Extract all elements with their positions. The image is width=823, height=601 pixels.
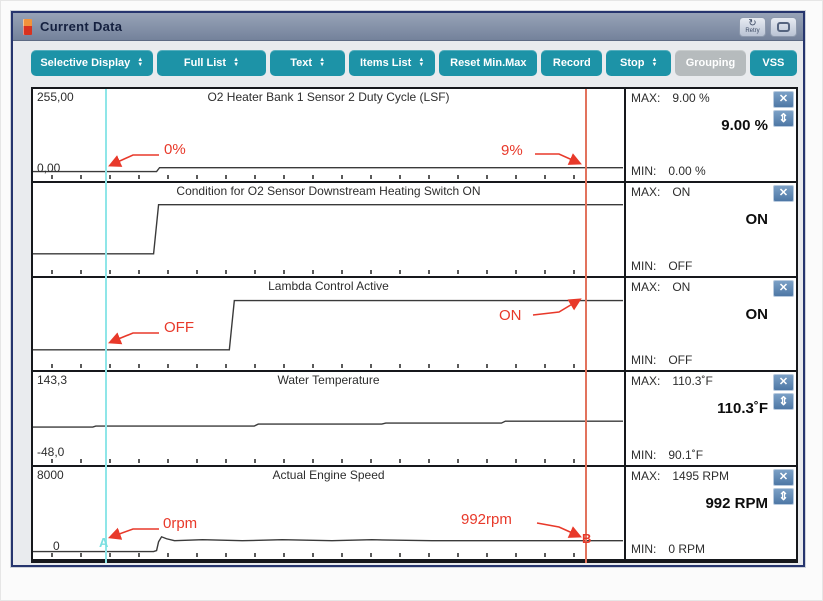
time-ticks — [51, 364, 596, 369]
max-readout: MAX: ON — [631, 279, 691, 294]
panel-o2-downstream-heating-condition: Condition for O2 Sensor Downstream Heati… — [33, 183, 796, 278]
panel-actual-engine-speed: 8000 Actual Engine Speed 0 MAX: 1495 RPM … — [33, 466, 796, 562]
button-label: Grouping — [685, 57, 736, 69]
retry-button[interactable]: ↻ Retry — [739, 16, 766, 37]
dropdown-arrows-icon: ▲ ▼ — [418, 57, 425, 68]
scale-min-label: 0,00 — [37, 161, 61, 176]
toolbar-button-items-list[interactable]: Items List ▲ ▼ — [348, 50, 436, 76]
min-readout: MIN: 0 RPM — [631, 542, 706, 557]
toolbar-button-reset-minmax[interactable]: Reset Min.Max — [439, 50, 538, 76]
window-title: Current Data — [40, 19, 123, 34]
titlebar-buttons: ↻ Retry — [739, 16, 797, 37]
button-label: Stop — [619, 57, 645, 69]
button-label: VSS — [762, 57, 785, 69]
dropdown-arrows-icon: ▲ ▼ — [233, 57, 240, 68]
dropdown-arrows-icon: ▲ ▼ — [319, 57, 326, 68]
max-readout: MAX: 9.00 % — [631, 91, 710, 105]
toolbar-button-vss[interactable]: VSS — [749, 50, 797, 76]
panel-water-temperature: 143,3 Water Temperature -48,0 MAX: 110.3˚… — [33, 372, 796, 467]
max-readout: MAX: ON — [631, 185, 691, 200]
close-icon[interactable]: ✕ — [773, 279, 794, 297]
toolbar-button-selective-display[interactable]: Selective Display ▲ ▼ — [31, 50, 153, 76]
graph-o2-heater-duty-cycle: 255,00 O2 Heater Bank 1 Sensor 2 Duty Cy… — [33, 89, 626, 182]
restore-button[interactable] — [770, 16, 797, 37]
button-label: Selective Display — [40, 57, 131, 69]
button-label: Full List — [183, 57, 227, 69]
retry-icon: ↻ — [748, 18, 757, 29]
resize-updown-icon[interactable]: ⇕ — [773, 110, 794, 127]
current-data-window: Current Data ↻ Retry Selective Display ▲… — [11, 11, 805, 567]
button-label: Reset Min.Max — [450, 57, 527, 69]
toolbar: Selective Display ▲ ▼ Full List ▲ ▼ Text ▲… — [31, 50, 797, 78]
graph-lambda-control-active: Lambda Control Active — [33, 277, 626, 371]
current-value: ON — [745, 211, 769, 229]
min-readout: MIN: 0.00 % — [631, 164, 706, 179]
graph-title: Actual Engine Speed — [272, 467, 385, 482]
titlebar[interactable]: Current Data ↻ Retry — [13, 13, 803, 41]
max-readout: MAX: 1495 RPM — [631, 468, 730, 483]
close-icon[interactable]: ✕ — [773, 185, 794, 203]
retry-label: Retry — [745, 28, 760, 34]
restore-icon — [777, 21, 790, 32]
value-lambda-control-active: MAX: ON ON MIN: OFF ✕ — [626, 277, 796, 371]
app-icon — [23, 18, 32, 35]
close-icon[interactable]: ✕ — [773, 91, 794, 108]
value-o2-downstream-heating-condition: MAX: ON ON MIN: OFF ✕ — [626, 183, 796, 276]
dropdown-arrows-icon: ▲ ▼ — [137, 57, 144, 68]
time-ticks — [51, 553, 596, 558]
graph-title: O2 Heater Bank 1 Sensor 2 Duty Cycle (LS… — [207, 90, 450, 104]
min-readout: MIN: 90.1˚F — [631, 447, 704, 462]
toolbar-button-full-list[interactable]: Full List ▲ ▼ — [156, 50, 267, 76]
toolbar-button-stop[interactable]: Stop ▲ ▼ — [606, 50, 672, 76]
graph-o2-downstream-heating-condition: Condition for O2 Sensor Downstream Heati… — [33, 183, 626, 276]
close-icon[interactable]: ✕ — [773, 468, 794, 486]
graph-title: Condition for O2 Sensor Downstream Heati… — [176, 184, 481, 199]
min-readout: MIN: OFF — [631, 353, 693, 368]
toolbar-button-text[interactable]: Text ▲ ▼ — [270, 50, 345, 76]
current-value: 992 RPM — [705, 494, 768, 512]
graph-actual-engine-speed: 8000 Actual Engine Speed 0 — [33, 466, 626, 560]
toolbar-button-grouping[interactable]: Grouping — [675, 50, 746, 76]
time-ticks — [51, 175, 596, 180]
page-background: Current Data ↻ Retry Selective Display ▲… — [0, 0, 823, 601]
current-value: ON — [745, 305, 769, 323]
button-label: Items List — [359, 57, 412, 69]
time-ticks — [51, 269, 596, 274]
panel-lambda-control-active: Lambda Control Active MAX: ON ON MIN: OFF … — [33, 277, 796, 373]
value-o2-heater-duty-cycle: MAX: 9.00 % 9.00 % MIN: 0.00 % ✕ ⇕ — [626, 89, 796, 182]
max-readout: MAX: 110.3˚F — [631, 374, 713, 389]
resize-updown-icon[interactable]: ⇕ — [773, 393, 794, 411]
current-value: 110.3˚F — [717, 400, 768, 418]
time-ticks — [51, 458, 596, 463]
scale-min-label: -48,0 — [37, 444, 65, 459]
live-data-graph-area: 255,00 O2 Heater Bank 1 Sensor 2 Duty Cy… — [31, 87, 798, 563]
value-water-temperature: MAX: 110.3˚F 110.3˚F MIN: 90.1˚F ✕ ⇕ — [626, 372, 796, 465]
value-actual-engine-speed: MAX: 1495 RPM 992 RPM MIN: 0 RPM ✕ ⇕ — [626, 466, 796, 560]
graph-water-temperature: 143,3 Water Temperature -48,0 — [33, 372, 626, 465]
panel-o2-heater-duty-cycle: 255,00 O2 Heater Bank 1 Sensor 2 Duty Cy… — [33, 89, 796, 184]
dropdown-arrows-icon: ▲ ▼ — [651, 57, 658, 68]
graph-title: Water Temperature — [277, 373, 380, 388]
resize-updown-icon[interactable]: ⇕ — [773, 487, 794, 505]
scale-min-label: 0 — [53, 539, 60, 554]
button-label: Record — [552, 57, 591, 69]
button-label: Text — [290, 57, 313, 69]
current-value: 9.00 % — [721, 117, 768, 134]
toolbar-button-record[interactable]: Record — [541, 50, 603, 76]
graph-title: Lambda Control Active — [268, 278, 389, 293]
min-readout: MIN: OFF — [631, 258, 693, 273]
close-icon[interactable]: ✕ — [773, 374, 794, 392]
